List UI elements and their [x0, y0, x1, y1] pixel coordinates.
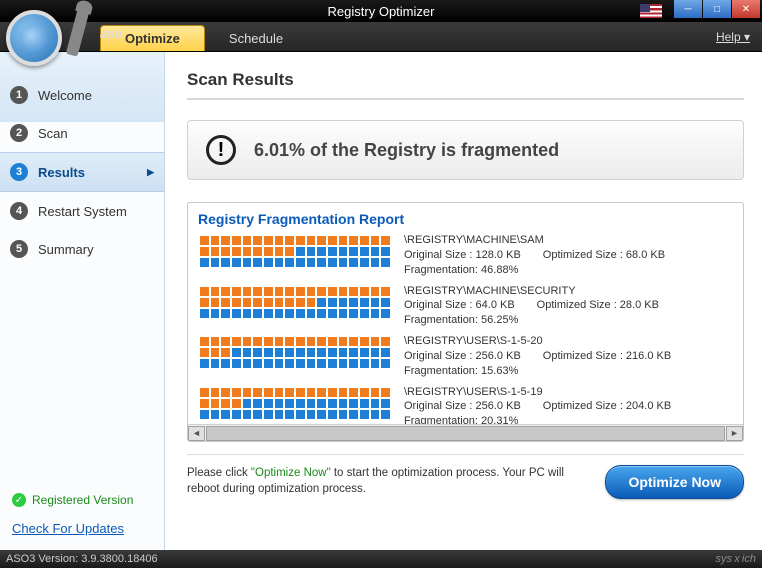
- footer: Please click "Optimize Now" to start the…: [187, 454, 744, 507]
- fragmentation-blocks-icon: [200, 284, 390, 329]
- window-title: Registry Optimizer: [328, 4, 435, 19]
- check-updates-link[interactable]: Check For Updates: [12, 521, 152, 536]
- sidebar-step-results[interactable]: 3 Results ▶: [0, 152, 164, 192]
- tab-schedule[interactable]: Schedule: [205, 26, 307, 51]
- footer-text: Please click "Optimize Now" to start the…: [187, 466, 577, 497]
- fragmentation-percent: Fragmentation: 20.31%: [404, 414, 671, 424]
- scroll-track[interactable]: [206, 426, 725, 441]
- report-scroll-area[interactable]: \REGISTRY\MACHINE\SAMOriginal Size : 128…: [188, 233, 743, 424]
- optimize-now-button[interactable]: Optimize Now: [605, 465, 744, 499]
- scroll-right-icon[interactable]: ►: [726, 426, 743, 441]
- step-label: Restart System: [38, 204, 127, 219]
- page-title: Scan Results: [187, 70, 744, 90]
- fragmentation-percent: Fragmentation: 46.88%: [404, 263, 665, 278]
- registry-path: \REGISTRY\MACHINE\SECURITY: [404, 284, 659, 299]
- report-entry: \REGISTRY\MACHINE\SECURITYOriginal Size …: [200, 284, 737, 329]
- scroll-left-icon[interactable]: ◄: [188, 426, 205, 441]
- fragmentation-message: 6.01% of the Registry is fragmented: [254, 140, 559, 161]
- watermark: sys x ich: [716, 553, 756, 565]
- report-entry: \REGISTRY\MACHINE\SAMOriginal Size : 128…: [200, 233, 737, 278]
- original-size: Original Size : 128.0 KB: [404, 249, 521, 261]
- fragmentation-blocks-icon: [200, 334, 390, 379]
- check-icon: ✓: [12, 493, 26, 507]
- main-content: Scan Results ! 6.01% of the Registry is …: [165, 52, 762, 550]
- sidebar-step-welcome[interactable]: 1 Welcome: [0, 76, 164, 114]
- fragmentation-blocks-icon: [200, 233, 390, 278]
- fragmentation-blocks-icon: [200, 385, 390, 424]
- sidebar-step-summary[interactable]: 5 Summary: [0, 230, 164, 268]
- maximize-button[interactable]: □: [703, 0, 731, 18]
- fragmentation-percent: Fragmentation: 15.63%: [404, 364, 671, 379]
- menu-bar: aso Optimize Schedule Help ▾: [0, 22, 762, 52]
- original-size: Original Size : 64.0 KB: [404, 299, 515, 311]
- horizontal-scrollbar[interactable]: ◄ ►: [188, 424, 743, 441]
- entry-info: \REGISTRY\USER\S-1-5-20Original Size : 2…: [404, 334, 671, 379]
- step-label: Summary: [38, 242, 94, 257]
- report-entry: \REGISTRY\USER\S-1-5-20Original Size : 2…: [200, 334, 737, 379]
- fragmentation-percent: Fragmentation: 56.25%: [404, 313, 659, 328]
- registry-path: \REGISTRY\USER\S-1-5-19: [404, 385, 671, 400]
- title-bar: Registry Optimizer ─ □ ✕: [0, 0, 762, 22]
- optimized-size: Optimized Size : 28.0 KB: [537, 298, 659, 313]
- brand-label: aso: [100, 26, 122, 41]
- entry-info: \REGISTRY\MACHINE\SAMOriginal Size : 128…: [404, 233, 665, 278]
- app-logo-icon: [6, 10, 86, 76]
- exclamation-icon: !: [206, 135, 236, 165]
- status-bar: ASO3 Version: 3.9.3800.18406 sys x ich: [0, 550, 762, 568]
- report-title: Registry Fragmentation Report: [188, 203, 743, 233]
- minimize-button[interactable]: ─: [674, 0, 702, 18]
- step-number: 3: [10, 163, 28, 181]
- original-size: Original Size : 256.0 KB: [404, 400, 521, 412]
- help-menu[interactable]: Help ▾: [716, 30, 750, 44]
- report-entry: \REGISTRY\USER\S-1-5-19Original Size : 2…: [200, 385, 737, 424]
- entry-info: \REGISTRY\USER\S-1-5-19Original Size : 2…: [404, 385, 671, 424]
- chevron-right-icon: ▶: [147, 167, 154, 178]
- original-size: Original Size : 256.0 KB: [404, 350, 521, 362]
- sidebar-step-scan[interactable]: 2 Scan: [0, 114, 164, 152]
- optimized-size: Optimized Size : 216.0 KB: [543, 349, 671, 364]
- optimized-size: Optimized Size : 68.0 KB: [543, 248, 665, 263]
- step-number: 5: [10, 240, 28, 258]
- registry-path: \REGISTRY\MACHINE\SAM: [404, 233, 665, 248]
- step-label: Results: [38, 165, 85, 180]
- fragmentation-banner: ! 6.01% of the Registry is fragmented: [187, 120, 744, 180]
- sidebar-step-restart[interactable]: 4 Restart System: [0, 192, 164, 230]
- language-flag-icon[interactable]: [640, 4, 662, 18]
- step-number: 2: [10, 124, 28, 142]
- registered-status: ✓ Registered Version: [12, 493, 152, 507]
- entry-info: \REGISTRY\MACHINE\SECURITYOriginal Size …: [404, 284, 659, 329]
- registry-path: \REGISTRY\USER\S-1-5-20: [404, 334, 671, 349]
- step-label: Scan: [38, 126, 68, 141]
- optimized-size: Optimized Size : 204.0 KB: [543, 399, 671, 414]
- step-label: Welcome: [38, 88, 92, 103]
- sidebar: 1 Welcome 2 Scan 3 Results ▶ 4 Restart S…: [0, 52, 165, 550]
- fragmentation-report: Registry Fragmentation Report \REGISTRY\…: [187, 202, 744, 442]
- close-button[interactable]: ✕: [732, 0, 760, 18]
- divider: [187, 98, 744, 100]
- window-controls: ─ □ ✕: [673, 0, 760, 18]
- step-number: 1: [10, 86, 28, 104]
- version-label: ASO3 Version: 3.9.3800.18406: [6, 553, 158, 565]
- step-number: 4: [10, 202, 28, 220]
